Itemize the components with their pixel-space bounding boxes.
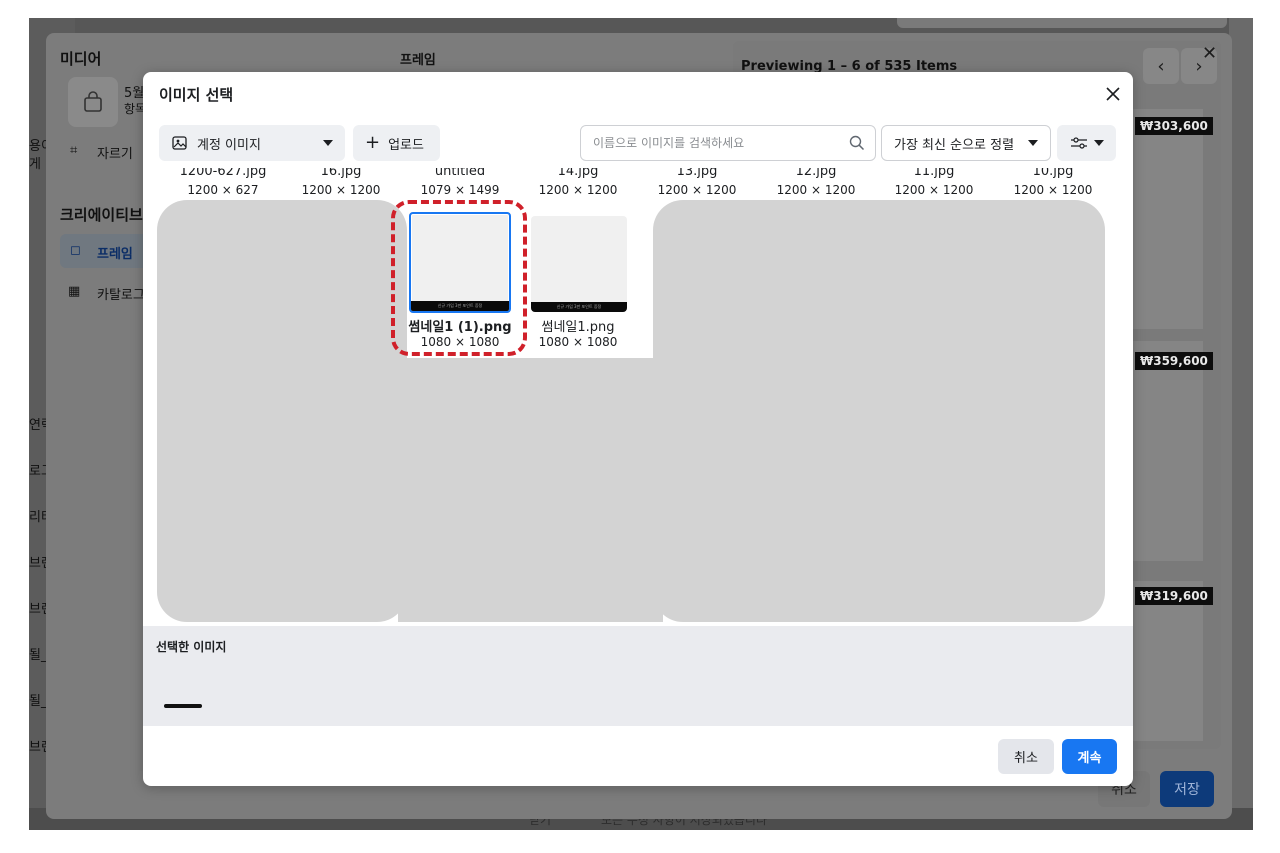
price-badge: ₩319,600 — [1135, 587, 1213, 605]
image-select-modal: 이미지 선택 계정 이미지 + 업로드 가장 최신 순으로 정렬 — [143, 72, 1133, 786]
image-dimensions: 1200 × 1200 — [301, 183, 381, 197]
selected-images-section: 선택한 이미지 — [143, 626, 1133, 726]
continue-button[interactable]: 계속 — [1062, 739, 1117, 774]
image-name: 10.jpg — [1032, 168, 1074, 179]
product-label: 5월 — [124, 86, 145, 101]
crop-label: 자르기 — [97, 147, 133, 162]
price-badge: ₩359,600 — [1135, 352, 1213, 370]
image-dimensions: 1200 × 627 — [187, 183, 259, 197]
image-dimensions: 1200 × 1200 — [538, 183, 618, 197]
preview-card — [1133, 581, 1203, 741]
image-dimensions: 1079 × 1499 — [420, 183, 500, 197]
modal-title: 이미지 선택 — [159, 86, 234, 104]
close-icon — [1106, 87, 1120, 101]
crop-icon: ⌗ — [70, 143, 78, 158]
image-name: 썸네일1.png — [541, 320, 615, 335]
upload-label: 업로드 — [388, 137, 424, 153]
search-icon — [849, 135, 865, 151]
image-dimensions: 1200 × 1200 — [657, 183, 737, 197]
account-images-dropdown[interactable]: 계정 이미지 — [159, 125, 345, 161]
upload-button[interactable]: + 업로드 — [353, 125, 440, 161]
background-search-bar — [897, 18, 1227, 28]
creative-heading: 크리에이티브 — [60, 206, 143, 224]
frame-heading: 프레임 — [400, 53, 436, 68]
background-right-strip — [1229, 18, 1253, 830]
prev-arrow-button[interactable]: ‹ — [1143, 48, 1179, 84]
close-icon[interactable]: ✕ — [1202, 43, 1217, 64]
frame-icon: ◻ — [70, 243, 81, 258]
modal-close-button[interactable] — [1101, 82, 1125, 106]
catalog-menu-label: 카탈로그 — [97, 288, 145, 303]
image-dimensions: 1200 × 1200 — [1013, 183, 1093, 197]
image-name: 16.jpg — [320, 168, 362, 179]
preview-card — [1133, 341, 1203, 561]
loading-placeholder — [653, 200, 1105, 622]
image-search-field[interactable] — [580, 125, 876, 161]
filter-sliders-icon — [1070, 137, 1087, 149]
selected-image-thumbnail[interactable] — [164, 704, 202, 708]
image-thumbnail[interactable]: 신규 가입 3만 포인트 증정 — [531, 216, 627, 312]
chevron-down-icon — [1093, 140, 1104, 146]
image-name: 11.jpg — [913, 168, 955, 179]
loading-placeholder — [157, 200, 407, 622]
left-edge-text: 될_ — [29, 648, 48, 663]
chevron-down-icon — [323, 140, 333, 146]
image-dimensions: 1200 × 1200 — [776, 183, 856, 197]
cancel-button[interactable]: 취소 — [998, 739, 1054, 774]
image-dimensions: 1080 × 1080 — [538, 335, 618, 349]
thumbnail-banner-text: 신규 가입 3만 포인트 증정 — [531, 302, 627, 312]
image-search-input[interactable] — [591, 135, 849, 151]
account-images-label: 계정 이미지 — [197, 137, 261, 153]
image-name: 13.jpg — [676, 168, 718, 179]
image-library-icon — [172, 136, 187, 150]
product-icon-box — [68, 77, 118, 127]
highlight-annotation — [391, 200, 527, 356]
image-grid: 1200-627.jpg 1200 × 627 16.jpg 1200 × 12… — [143, 168, 1133, 624]
plus-icon: + — [365, 132, 381, 153]
image-dimensions: 1200 × 1200 — [894, 183, 974, 197]
preview-card — [1133, 109, 1203, 329]
catalog-icon: ▦ — [68, 284, 81, 299]
left-edge-text: 될_ — [29, 694, 48, 709]
sort-label: 가장 최신 순으로 정렬 — [894, 137, 1015, 153]
shopping-bag-icon — [84, 91, 102, 112]
back-save-button[interactable]: 저장 — [1160, 771, 1214, 807]
filter-dropdown-button[interactable] — [1057, 125, 1116, 161]
sort-dropdown[interactable]: 가장 최신 순으로 정렬 — [881, 125, 1051, 161]
image-name: untitled — [434, 168, 486, 179]
image-name: 14.jpg — [557, 168, 599, 179]
chevron-down-icon — [1028, 140, 1038, 146]
frame-menu-label: 프레임 — [97, 247, 133, 262]
loading-placeholder — [398, 358, 663, 622]
image-name: 1200-627.jpg — [179, 168, 267, 179]
price-badge: ₩303,600 — [1135, 117, 1213, 135]
selected-images-title: 선택한 이미지 — [156, 640, 227, 654]
media-heading: 미디어 — [60, 50, 102, 68]
image-name: 12.jpg — [795, 168, 837, 179]
